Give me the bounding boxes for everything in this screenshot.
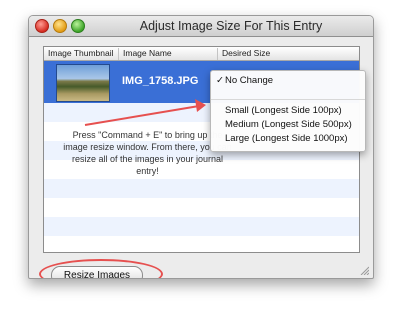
menu-item-label: Medium (Longest Side 500px) [225,119,352,130]
zoom-window-button[interactable] [71,19,85,33]
table-header: Image Thumbnail Image Name Desired Size [44,47,359,61]
menu-item-small[interactable]: Small (Longest Side 100px) [211,104,365,117]
image-filename: IMG_1758.JPG [122,75,199,87]
desired-size-menu[interactable]: ✓ No Change Small (Longest Side 100px) M… [210,70,366,152]
menu-item-no-change[interactable]: ✓ No Change [211,74,365,87]
image-thumbnail [56,64,110,102]
close-window-button[interactable] [35,19,49,33]
resize-images-button[interactable]: Resize Images [51,266,143,278]
resize-grip-icon[interactable] [360,266,369,275]
column-header-name[interactable]: Image Name [119,48,218,60]
title-bar[interactable]: Adjust Image Size For This Entry [29,16,373,37]
menu-item-medium[interactable]: Medium (Longest Side 500px) [211,118,365,131]
minimize-window-button[interactable] [53,19,67,33]
empty-row [44,179,359,198]
menu-item-label: No Change [225,75,274,86]
menu-item-label: Large (Longest Side 1000px) [225,133,348,144]
menu-divider [211,99,365,100]
adjust-image-size-window: Adjust Image Size For This Entry Image T… [28,15,374,279]
menu-item-label: Small (Longest Side 100px) [225,105,342,116]
column-header-size[interactable]: Desired Size [218,48,358,60]
column-header-thumbnail[interactable]: Image Thumbnail [44,48,119,60]
empty-row [44,217,359,236]
window-title: Adjust Image Size For This Entry [139,19,323,33]
checkmark-icon: ✓ [216,75,224,86]
instruction-text: Press "Command + E" to bring up the imag… [63,130,232,176]
menu-item-large[interactable]: Large (Longest Side 1000px) [211,132,365,145]
